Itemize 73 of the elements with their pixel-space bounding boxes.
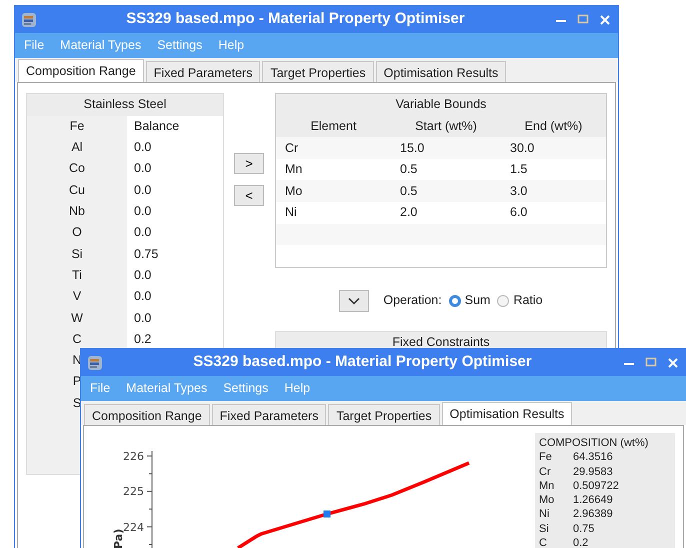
element-value: 2.96389 <box>573 507 613 522</box>
table-cell[interactable]: Mn <box>276 158 391 180</box>
tab[interactable]: Composition Range <box>18 59 144 82</box>
tab[interactable]: Optimisation Results <box>376 61 506 82</box>
element-value: 0.2 <box>573 536 588 548</box>
tick-label: 225 <box>123 485 144 498</box>
tab[interactable]: Fixed Parameters <box>146 61 260 82</box>
table-cell[interactable]: 0.5 <box>391 180 501 202</box>
table-cell[interactable]: 15.0 <box>391 137 501 159</box>
table-cell[interactable]: 0.0 <box>127 136 223 158</box>
tab[interactable]: Composition Range <box>84 404 210 425</box>
window-title: SS329 based.mpo - Material Property Optimiser <box>125 9 466 30</box>
close-icon[interactable] <box>666 356 680 370</box>
element-label: Cr <box>539 464 552 480</box>
table-cell[interactable]: 0.0 <box>127 158 223 180</box>
element-value: 64.3516 <box>573 450 613 466</box>
table-cell[interactable]: 0.0 <box>127 200 223 222</box>
maximize-icon[interactable] <box>576 12 590 26</box>
element-value: 1.26649 <box>573 493 613 508</box>
radio-button[interactable] <box>448 294 461 306</box>
table-cell[interactable]: Mo <box>276 180 391 202</box>
tick-label: 226 <box>123 450 144 463</box>
table-cell[interactable]: 30.0 <box>501 137 606 159</box>
element-label: Mn <box>539 478 556 494</box>
table-cell[interactable]: 6.0 <box>501 202 606 224</box>
tab[interactable]: Optimisation Results <box>442 402 572 425</box>
column-header: Start (wt%) <box>391 116 501 138</box>
table-cell[interactable]: Balance <box>127 116 223 137</box>
move-button[interactable]: > <box>234 153 264 174</box>
table-cell[interactable]: 0.0 <box>127 179 223 201</box>
app-icon <box>21 12 37 28</box>
selected-point <box>324 510 330 518</box>
element-label: Si <box>539 522 550 537</box>
field-label: Operation: <box>383 292 442 310</box>
move-button[interactable]: < <box>234 185 264 206</box>
table-cell[interactable]: 0.2 <box>127 328 223 350</box>
table-cell[interactable]: 2.0 <box>391 202 501 224</box>
table-cell[interactable]: Ni <box>276 202 391 224</box>
element-value: 0.75 <box>573 522 594 537</box>
element-label: Mo <box>539 493 556 508</box>
panel-title: COMPOSITION (wt%) <box>539 436 650 450</box>
column-header: End (wt%) <box>501 116 606 138</box>
table-cell[interactable]: 1.5 <box>501 158 606 180</box>
table-cell[interactable]: 0.0 <box>127 264 223 286</box>
column-header: Element <box>276 116 391 138</box>
tab[interactable]: Fixed Parameters <box>212 404 326 425</box>
element-value: 29.9583 <box>573 464 613 480</box>
radio-button[interactable] <box>497 294 510 306</box>
element-value: 0.509722 <box>573 478 619 494</box>
window-title: SS329 based.mpo - Material Property Optimiser <box>192 352 533 372</box>
table-header: Stainless Steel <box>27 94 223 116</box>
table-cell[interactable]: 0.5 <box>391 158 501 180</box>
tab[interactable]: Target Properties <box>328 404 440 425</box>
tick-label: 224 <box>123 521 144 534</box>
radio-label: Ratio <box>513 292 543 310</box>
table-cell[interactable]: 0.0 <box>127 286 223 308</box>
table-cell[interactable]: 0.0 <box>127 307 223 329</box>
app-icon <box>87 354 103 370</box>
chevron-down-icon[interactable] <box>348 296 360 304</box>
table-cell[interactable]: Cr <box>276 137 391 159</box>
element-label: Ni <box>539 507 550 522</box>
radio-label: Sum <box>464 292 490 310</box>
tab[interactable]: Target Properties <box>262 61 374 82</box>
table-header: Variable Bounds <box>276 94 606 116</box>
table-cell[interactable]: 0.75 <box>127 243 223 265</box>
element-label: Fe <box>539 450 553 466</box>
dropdown-button[interactable] <box>339 290 370 312</box>
close-icon[interactable] <box>598 12 612 26</box>
table-cell[interactable]: 3.0 <box>501 180 606 202</box>
axis-label: Pa) <box>112 528 125 548</box>
table-cell[interactable]: 0.0 <box>127 222 223 244</box>
maximize-icon[interactable] <box>644 356 658 370</box>
element-label: C <box>539 536 548 548</box>
